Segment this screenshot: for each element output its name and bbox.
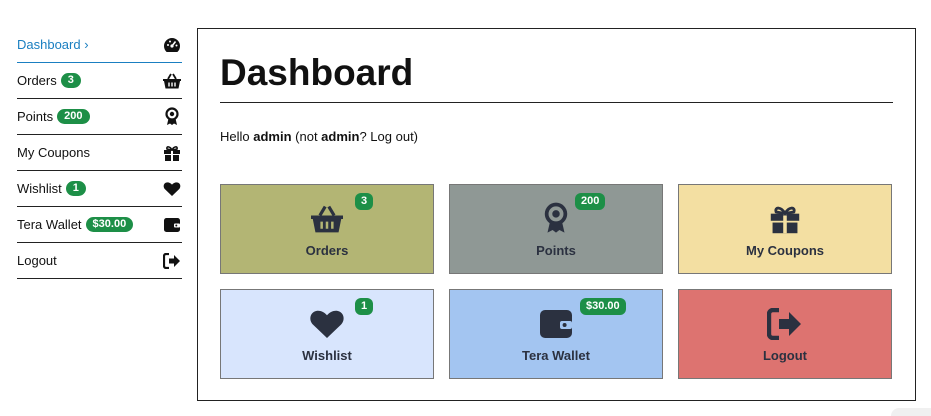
basket-icon — [308, 202, 346, 236]
sidebar-item-dashboard[interactable]: Dashboard › — [17, 27, 182, 63]
sidebar-item-wishlist[interactable]: Wishlist 1 — [17, 171, 182, 207]
tile-label: Tera Wallet — [522, 348, 590, 363]
sidebar-item-label: Orders — [17, 73, 57, 88]
gift-icon — [766, 202, 804, 236]
award-icon — [162, 106, 182, 127]
sidebar-item-orders[interactable]: Orders 3 — [17, 63, 182, 99]
tile-wishlist[interactable]: 1 Wishlist — [220, 289, 434, 379]
greeting-logout-link[interactable]: ? Log out) — [359, 129, 418, 144]
tile-label: Logout — [762, 348, 808, 363]
logout-icon — [162, 251, 182, 271]
sidebar-item-points[interactable]: Points 200 — [17, 99, 182, 135]
tile-points[interactable]: 200 Points — [449, 184, 663, 274]
orders-tile-badge: 3 — [355, 193, 374, 210]
sidebar-item-label: Points — [17, 109, 54, 124]
wallet-icon — [162, 215, 182, 235]
wallet-balance-badge: $30.00 — [85, 217, 134, 232]
greeting-username: admin — [253, 129, 292, 144]
title-divider — [220, 102, 893, 103]
basket-icon — [162, 71, 182, 91]
greeting-text: Hello admin (not admin? Log out) — [220, 129, 418, 144]
tile-label: My Coupons — [746, 243, 824, 258]
account-sidebar: Dashboard › Orders 3 Points 200 My Coupo… — [17, 27, 182, 279]
wishlist-tile-badge: 1 — [355, 298, 374, 315]
gauge-icon — [162, 35, 182, 55]
tile-label: Wishlist — [302, 348, 352, 363]
gift-icon — [162, 143, 182, 163]
wallet-icon — [537, 307, 575, 341]
tile-label: Points — [536, 243, 576, 258]
tile-logout[interactable]: Logout — [678, 289, 892, 379]
sidebar-item-label: Dashboard › — [17, 37, 89, 52]
sidebar-item-label: Tera Wallet — [17, 217, 82, 232]
points-count-badge: 200 — [57, 109, 90, 124]
page-title: Dashboard — [220, 52, 414, 93]
scrollbar-corner — [891, 408, 931, 416]
logout-icon — [766, 307, 804, 341]
wishlist-count-badge: 1 — [65, 181, 86, 196]
greeting-middle: (not — [291, 129, 322, 144]
greeting-prefix: Hello — [220, 129, 254, 144]
tile-tera-wallet[interactable]: $30.00 Tera Wallet — [449, 289, 663, 379]
award-icon — [537, 202, 575, 236]
heart-icon — [162, 179, 182, 199]
points-tile-badge: 200 — [575, 193, 606, 210]
wallet-tile-badge: $30.00 — [580, 298, 626, 315]
sidebar-item-label: My Coupons — [17, 145, 90, 160]
sidebar-item-my-coupons[interactable]: My Coupons — [17, 135, 182, 171]
sidebar-item-label: Logout — [17, 253, 57, 268]
greeting-username-alt: admin — [321, 129, 360, 144]
sidebar-item-logout[interactable]: Logout — [17, 243, 182, 279]
tile-label: Orders — [305, 243, 349, 258]
tile-my-coupons[interactable]: My Coupons — [678, 184, 892, 274]
orders-count-badge: 3 — [60, 73, 81, 88]
sidebar-item-label: Wishlist — [17, 181, 62, 196]
tile-orders[interactable]: 3 Orders — [220, 184, 434, 274]
heart-icon — [308, 307, 346, 341]
dashboard-panel: Dashboard Hello admin (not admin? Log ou… — [197, 28, 916, 401]
sidebar-item-tera-wallet[interactable]: Tera Wallet $30.00 — [17, 207, 182, 243]
